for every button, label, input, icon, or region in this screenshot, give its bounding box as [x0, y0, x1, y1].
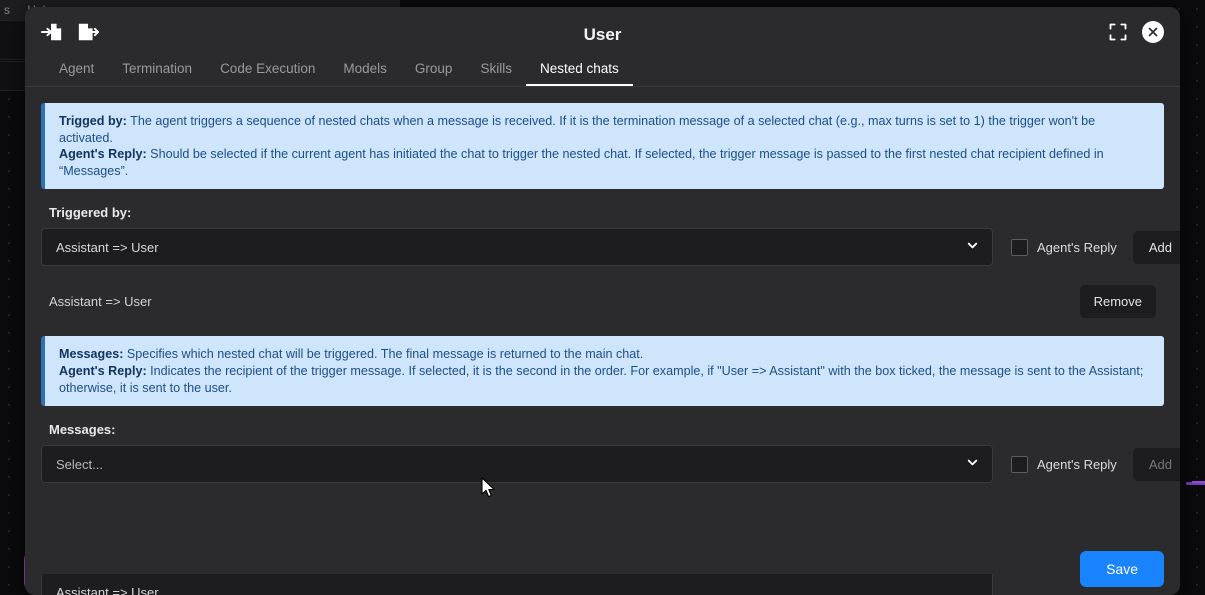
checkbox-box[interactable]	[1011, 455, 1028, 473]
messages-info-line-2: Agent's Reply: Indicates the recipient o…	[59, 363, 1150, 396]
triggered-by-entry-row: Assistant => User Remove	[41, 282, 1164, 320]
tab-agent[interactable]: Agent	[45, 54, 108, 86]
tab-code-execution[interactable]: Code Execution	[206, 54, 329, 86]
messages-dropdown-option-0[interactable]: Assistant => User	[42, 574, 992, 595]
triggered-by-remove-button[interactable]: Remove	[1079, 284, 1156, 318]
messages-label: Messages:	[49, 422, 116, 438]
messages-agents-reply-label: Agent's Reply	[1037, 456, 1117, 472]
tab-termination[interactable]: Termination	[108, 54, 206, 86]
trigger-info-line-2-label: Agent's Reply:	[59, 147, 147, 162]
tab-group[interactable]: Group	[401, 54, 467, 86]
triggered-by-agents-reply-label: Agent's Reply	[1037, 239, 1117, 255]
trigger-info-line-1: Trigged by: The agent triggers a sequenc…	[59, 113, 1150, 146]
modal-body: Trigged by: The agent triggers a sequenc…	[25, 87, 1180, 595]
triggered-by-select[interactable]: Assistant => User	[41, 228, 993, 267]
messages-info-callout: Messages: Specifies which nested chat wi…	[41, 336, 1164, 407]
triggered-by-entry-text: Assistant => User	[49, 293, 152, 309]
messages-dropdown-menu: Assistant => User User => Assistant	[41, 574, 993, 595]
header-controls	[1108, 21, 1164, 43]
tab-models[interactable]: Models	[329, 54, 401, 86]
messages-info-line-2-label: Agent's Reply:	[59, 364, 147, 379]
messages-select[interactable]: Select...	[41, 445, 993, 484]
triggered-by-label: Triggered by:	[49, 205, 132, 221]
checkbox-box[interactable]	[1011, 238, 1028, 256]
messages-info-line-1-label: Messages:	[59, 347, 124, 362]
messages-info-line-2-text: Indicates the recipient of the trigger m…	[59, 364, 1144, 395]
messages-agents-reply-checkbox[interactable]: Agent's Reply	[1011, 455, 1117, 473]
messages-info-line-1: Messages: Specifies which nested chat wi…	[59, 346, 1150, 363]
messages-info-line-1-text: Specifies which nested chat will be trig…	[123, 347, 644, 362]
tab-nested-chats[interactable]: Nested chats	[525, 54, 633, 86]
fullscreen-icon[interactable]	[1108, 22, 1128, 42]
messages-select-placeholder: Select...	[56, 456, 103, 472]
tab-skills[interactable]: Skills	[466, 54, 526, 86]
chevron-down-icon	[965, 238, 980, 256]
triggered-by-row: Assistant => User Agent's Reply Add	[41, 228, 1180, 267]
chevron-down-icon	[965, 455, 980, 473]
menubar-item-0[interactable]: s	[4, 3, 10, 17]
trigger-info-callout: Trigged by: The agent triggers a sequenc…	[41, 103, 1164, 190]
save-button[interactable]: Save	[1080, 551, 1164, 587]
settings-tab-bar: Agent Termination Code Execution Models …	[25, 52, 1180, 87]
trigger-info-line-2: Agent's Reply: Should be selected if the…	[59, 146, 1150, 179]
trigger-info-line-2-text: Should be selected if the current agent …	[59, 147, 1104, 178]
page-title: User	[583, 25, 622, 44]
background-edge-connector-inner	[1192, 481, 1205, 483]
trigger-info-line-1-text: The agent triggers a sequence of nested …	[59, 114, 1096, 145]
trigger-info-line-1-label: Trigged by:	[59, 114, 127, 128]
close-icon[interactable]	[1142, 21, 1164, 43]
user-agent-settings-modal: User Agent Termination Code Execution Mo…	[25, 7, 1180, 595]
triggered-by-add-button[interactable]: Add	[1132, 230, 1180, 264]
triggered-by-agents-reply-checkbox[interactable]: Agent's Reply	[1011, 238, 1117, 256]
triggered-by-select-value: Assistant => User	[56, 239, 159, 255]
messages-add-button[interactable]: Add	[1132, 447, 1180, 481]
modal-header: User	[25, 7, 1180, 52]
messages-row: Select... Agent's Reply Add	[41, 445, 1180, 484]
